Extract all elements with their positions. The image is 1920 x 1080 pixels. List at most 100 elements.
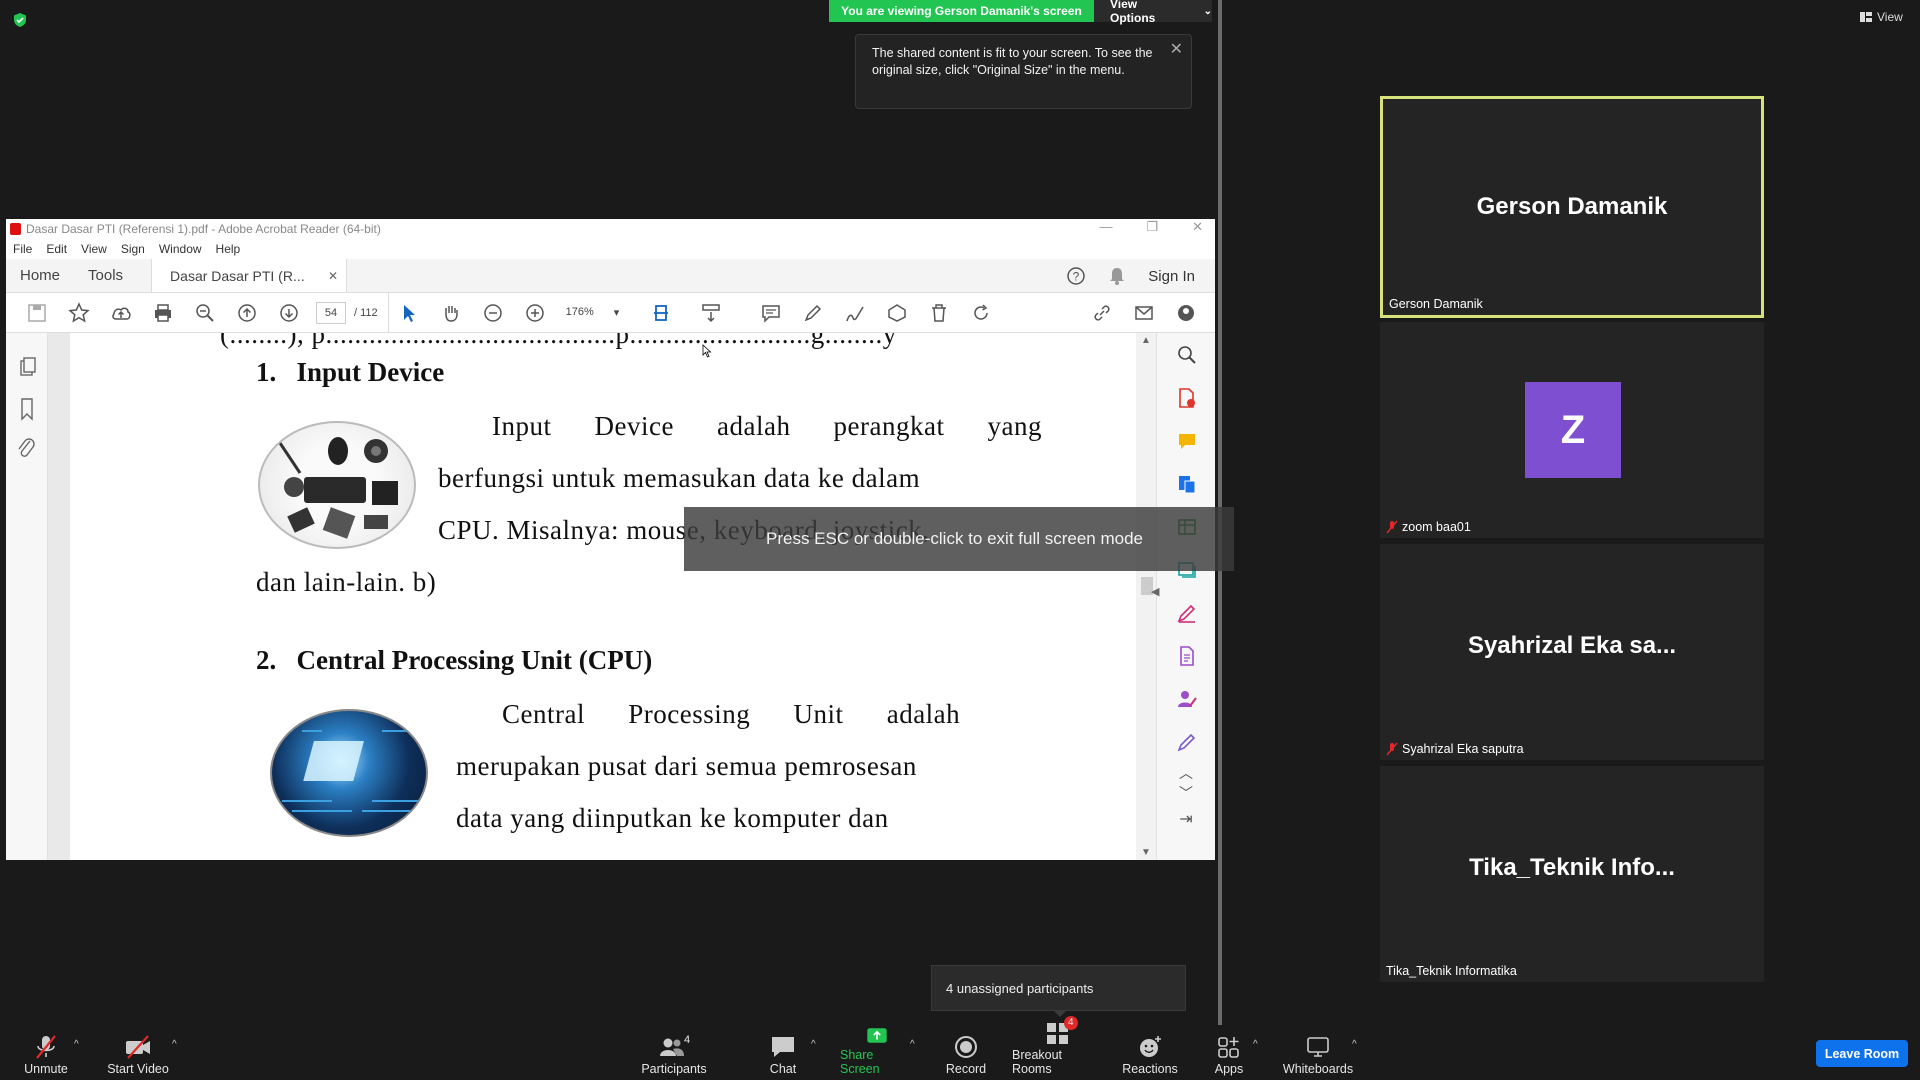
hand-tool-button[interactable]	[430, 293, 472, 333]
record-button[interactable]: Record	[942, 1025, 990, 1080]
send-for-review-tool[interactable]	[1157, 720, 1216, 763]
export-pdf-tool[interactable]	[1157, 462, 1216, 505]
chevron-down-icon[interactable]: ﹀	[1157, 783, 1215, 809]
whiteboards-button[interactable]: Whiteboards	[1282, 1025, 1354, 1080]
apps-button[interactable]: Apps	[1210, 1025, 1248, 1080]
start-video-button[interactable]: Start Video	[104, 1025, 172, 1080]
security-shield-icon[interactable]	[12, 12, 28, 28]
comment-tool[interactable]	[1157, 419, 1216, 462]
save-button[interactable]	[16, 293, 58, 333]
input-device-image	[258, 421, 416, 549]
scroll-down-arrow[interactable]: ▼	[1141, 847, 1151, 858]
share-screen-button[interactable]: Share Screen	[840, 1025, 914, 1080]
video-tile-active-speaker[interactable]: Gerson Damanik Gerson Damanik	[1380, 96, 1764, 318]
help-icon[interactable]: ?	[1066, 266, 1086, 286]
delete-button[interactable]	[918, 293, 960, 333]
bookmark-star-button[interactable]	[58, 293, 100, 333]
chat-options-caret-icon[interactable]: ^	[811, 1039, 816, 1050]
comment-button[interactable]	[750, 293, 792, 333]
select-tool-button[interactable]	[387, 292, 430, 333]
bookmark-icon[interactable]	[6, 389, 48, 429]
participant-display-name: Syahrizal Eka sa...	[1467, 632, 1677, 659]
fill-sign-button[interactable]	[876, 293, 918, 333]
menu-help[interactable]: Help	[216, 242, 241, 256]
email-button[interactable]	[1123, 293, 1165, 333]
participant-name: Tika_Teknik Informatika	[1386, 964, 1517, 978]
prev-page-button[interactable]	[226, 293, 268, 333]
rotate-button[interactable]	[960, 293, 1002, 333]
view-options-button[interactable]: View Options ⌄	[1094, 0, 1212, 25]
scroll-up-arrow[interactable]: ▲	[1141, 335, 1151, 346]
video-tile[interactable]: Z zoom baa01	[1380, 322, 1764, 538]
request-signature-tool[interactable]	[1157, 677, 1216, 720]
protect-tool[interactable]	[1157, 634, 1216, 677]
chat-button[interactable]: Chat	[762, 1025, 804, 1080]
chevron-up-icon[interactable]: ︿	[1157, 763, 1215, 783]
breakout-rooms-button[interactable]: 4 Breakout Rooms	[1012, 1016, 1104, 1080]
draw-button[interactable]	[834, 293, 876, 333]
video-tile[interactable]: Tika_Teknik Info... Tika_Teknik Informat…	[1380, 766, 1764, 982]
view-layout-button[interactable]: View	[1860, 10, 1903, 24]
acrobat-toolbar: 54 / 112 176% ▾	[6, 292, 1215, 333]
window-title: Dasar Dasar PTI (Referensi 1).pdf - Adob…	[26, 222, 381, 236]
tab-tools[interactable]: Tools	[74, 259, 137, 292]
highlight-button[interactable]	[792, 293, 834, 333]
account-button[interactable]	[1165, 293, 1207, 333]
menu-file[interactable]: File	[13, 242, 32, 256]
collapse-arrow-icon[interactable]: ⇥	[1157, 809, 1215, 829]
next-page-button[interactable]	[268, 293, 310, 333]
attachment-icon[interactable]	[6, 429, 48, 469]
unmute-button[interactable]: Unmute	[18, 1025, 74, 1080]
menu-view[interactable]: View	[81, 242, 107, 256]
mail-icon	[1135, 306, 1153, 320]
view-options-label: View Options	[1110, 0, 1156, 25]
audio-options-caret-icon[interactable]: ^	[74, 1039, 79, 1050]
print-button[interactable]	[142, 293, 184, 333]
collapse-right-panel-icon[interactable]: ◀	[1151, 585, 1159, 598]
zoom-in-button[interactable]	[514, 293, 556, 333]
close-icon[interactable]: ✕	[1170, 41, 1183, 58]
page-thumbnails-icon[interactable]	[6, 349, 48, 389]
scroll-mode-button[interactable]	[690, 293, 732, 333]
whiteboard-options-caret-icon[interactable]: ^	[1352, 1039, 1357, 1050]
video-options-caret-icon[interactable]: ^	[172, 1039, 177, 1050]
video-tile[interactable]: Syahrizal Eka sa... Syahrizal Eka saputr…	[1380, 544, 1764, 760]
pen-icon	[804, 304, 821, 321]
fill-sign-tool[interactable]	[1157, 591, 1216, 634]
restore-icon[interactable]: ❐	[1146, 219, 1158, 235]
zoom-search-button[interactable]	[184, 293, 226, 333]
zoom-select[interactable]: 176% ▾	[566, 306, 634, 319]
participant-name: Syahrizal Eka saputra	[1402, 742, 1524, 756]
close-tab-icon[interactable]: ✕	[328, 269, 338, 283]
reactions-button[interactable]: Reactions	[1122, 1025, 1178, 1080]
create-pdf-tool[interactable]	[1157, 376, 1216, 419]
leave-room-button[interactable]: Leave Room	[1816, 1040, 1908, 1067]
menu-sign[interactable]: Sign	[121, 242, 145, 256]
star-icon	[68, 301, 90, 323]
share-link-button[interactable]	[1081, 293, 1123, 333]
minimize-icon[interactable]: —	[1099, 219, 1112, 235]
sign-in-button[interactable]: Sign In	[1148, 268, 1195, 285]
notification-bell-icon[interactable]	[1108, 266, 1126, 286]
tab-document[interactable]: Dasar Dasar PTI (R... ✕	[151, 259, 348, 292]
signature-pen-icon	[845, 306, 864, 321]
tab-home[interactable]: Home	[6, 259, 74, 292]
participant-name: Gerson Damanik	[1389, 297, 1483, 311]
arrow-down-circle-icon	[280, 303, 298, 322]
zoom-out-button[interactable]	[472, 293, 514, 333]
close-window-icon[interactable]: ✕	[1192, 219, 1203, 235]
muted-mic-icon	[1386, 520, 1398, 534]
fit-page-button[interactable]	[634, 293, 690, 333]
menu-window[interactable]: Window	[159, 242, 202, 256]
upload-cloud-button[interactable]	[100, 293, 142, 333]
viewing-screen-banner: You are viewing Gerson Damanik's screen	[829, 0, 1094, 22]
share-options-caret-icon[interactable]: ^	[910, 1039, 915, 1050]
print-icon	[155, 303, 171, 322]
search-tool[interactable]	[1157, 333, 1216, 376]
page-number-input[interactable]: 54	[316, 301, 346, 324]
menu-edit[interactable]: Edit	[46, 242, 67, 256]
apps-options-caret-icon[interactable]: ^	[1253, 1039, 1258, 1050]
participants-button[interactable]: 4 Participants	[638, 1025, 710, 1080]
participant-label: Syahrizal Eka saputra	[1386, 742, 1524, 756]
trash-icon	[931, 303, 946, 322]
